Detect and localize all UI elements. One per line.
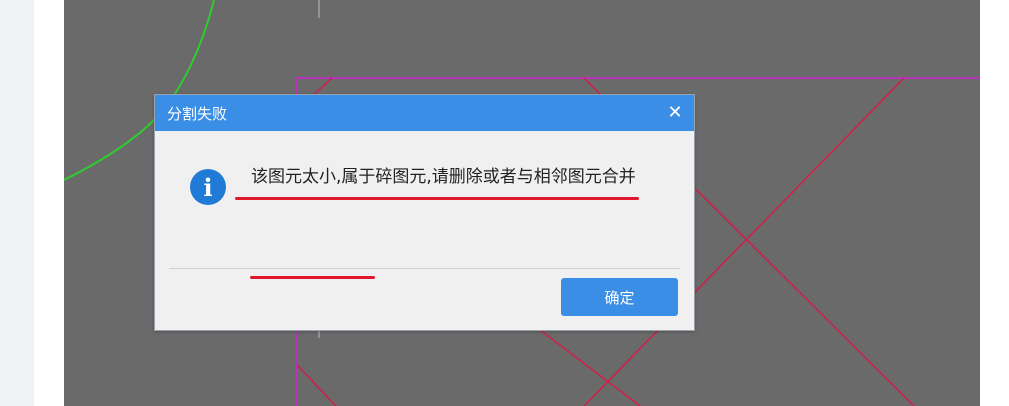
error-dialog: 分割失败 ✕ i 该图元太小,属于碎图元,请删除或者与相邻图元合并 确定 bbox=[154, 94, 695, 331]
dialog-divider bbox=[169, 268, 680, 269]
ok-button[interactable]: 确定 bbox=[561, 278, 678, 316]
info-icon: i bbox=[190, 169, 226, 205]
dialog-titlebar: 分割失败 ✕ bbox=[155, 95, 694, 131]
right-panel-edge bbox=[980, 0, 1009, 406]
annotation-underline bbox=[235, 197, 639, 200]
dialog-message: 该图元太小,属于碎图元,请删除或者与相邻图元合并 bbox=[251, 167, 636, 187]
annotation-underline bbox=[250, 276, 375, 279]
dialog-body: i 该图元太小,属于碎图元,请删除或者与相邻图元合并 bbox=[155, 131, 694, 279]
close-icon[interactable]: ✕ bbox=[666, 104, 684, 122]
left-panel-strip bbox=[0, 0, 34, 406]
dialog-title: 分割失败 bbox=[167, 104, 228, 123]
left-panel-edge bbox=[34, 0, 64, 406]
